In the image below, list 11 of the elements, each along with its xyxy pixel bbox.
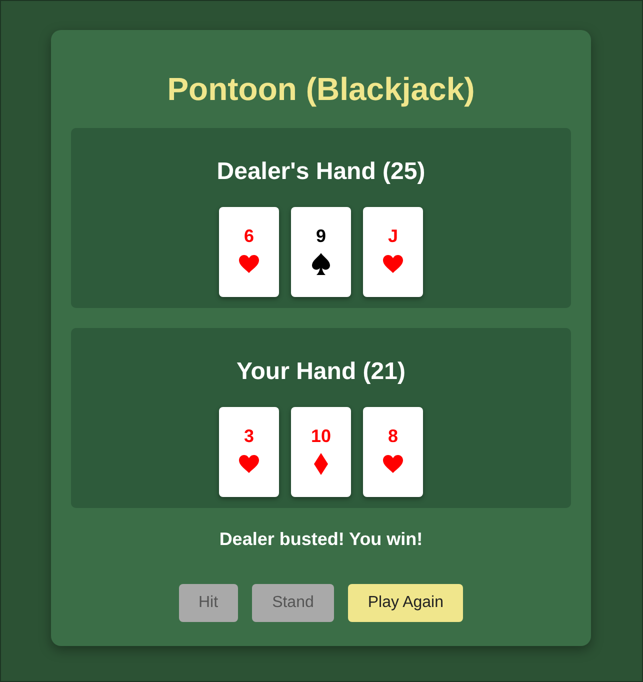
card-rank: 9 [316,226,326,246]
game-title: Pontoon (Blackjack) [166,70,476,108]
hand-heading: Dealer's Hand (25) [216,158,426,186]
hand-heading: Your Hand (21) [236,358,406,386]
result-message: Dealer busted! You win! [218,528,424,550]
card-rank: 6 [244,226,254,246]
card-rank: 8 [388,426,398,446]
card-rank: 3 [244,426,254,446]
card-rank: 10 [310,426,332,446]
game-button[interactable]: Play Again [348,584,464,622]
card-rank: J [388,226,398,246]
